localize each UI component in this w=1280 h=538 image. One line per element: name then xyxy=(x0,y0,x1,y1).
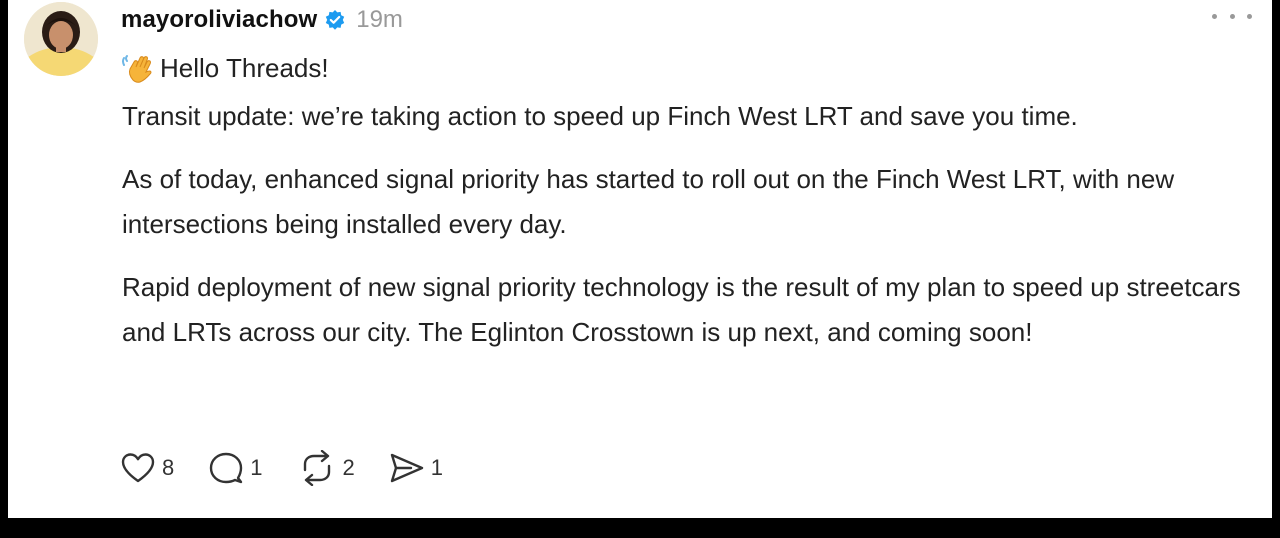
more-options-icon[interactable] xyxy=(1212,6,1252,26)
send-icon xyxy=(390,453,423,483)
avatar[interactable] xyxy=(24,2,98,76)
post-actions: 8 1 2 1 xyxy=(120,445,477,491)
post-timestamp: 19m xyxy=(356,6,403,33)
like-button[interactable]: 8 xyxy=(120,452,174,484)
post-paragraph: As of today, enhanced signal priority ha… xyxy=(122,164,1175,239)
post-paragraph: Transit update: we’re taking action to s… xyxy=(122,101,1078,131)
heart-icon xyxy=(121,453,155,483)
repost-arrows-icon xyxy=(303,450,330,486)
reply-button[interactable]: 1 xyxy=(208,451,263,485)
post-header: mayoroliviachow 19m xyxy=(121,3,403,37)
verified-badge-icon xyxy=(324,9,346,31)
repost-button[interactable]: 2 xyxy=(297,450,355,486)
share-count: 1 xyxy=(430,455,443,480)
thread-post: mayoroliviachow 19m Hello Threads! Trans… xyxy=(8,0,1272,518)
waving-hand-icon xyxy=(122,52,156,84)
greeting-text: Hello Threads! xyxy=(160,52,329,83)
like-count: 8 xyxy=(162,455,175,480)
share-button[interactable]: 1 xyxy=(389,452,443,484)
comment-bubble-icon xyxy=(210,452,243,484)
post-body: Hello Threads! Transit update: we’re tak… xyxy=(122,48,1262,373)
post-paragraph: Rapid deployment of new signal priority … xyxy=(122,272,1241,347)
username[interactable]: mayoroliviachow xyxy=(121,6,317,34)
repost-count: 2 xyxy=(342,455,355,480)
reply-count: 1 xyxy=(250,455,263,480)
greeting-line: Hello Threads! xyxy=(122,48,1262,88)
